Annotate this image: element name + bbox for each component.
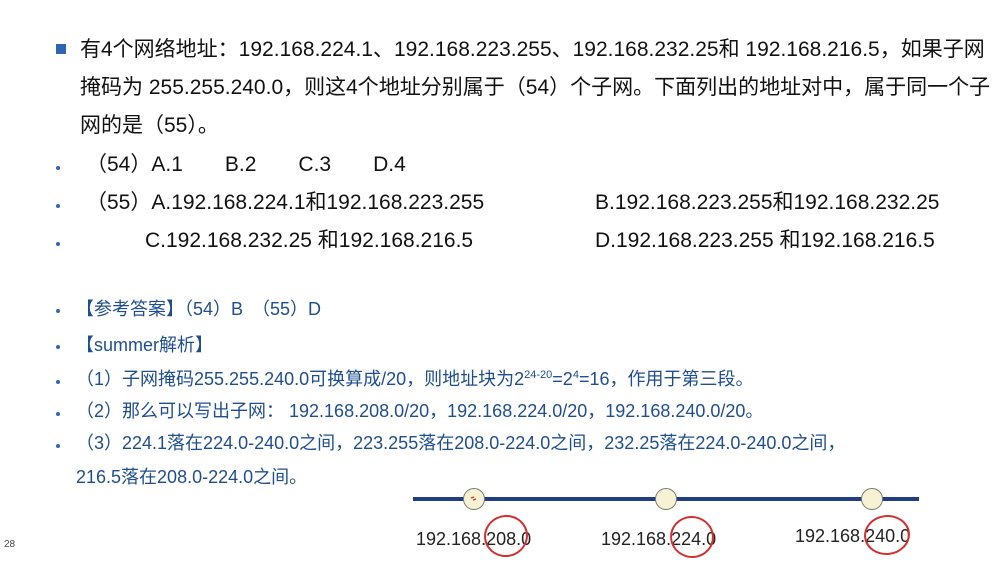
question-line-2: 掩码为 255.255.240.0，则这4个地址分别属于（54）个子网。下面列出… <box>80 76 991 99</box>
analysis-title: 【summer解析】 <box>76 335 214 355</box>
analysis-step-3-line-1: （3）224.1落在224.0-240.0之间，223.255落在208.0-2… <box>76 433 846 453</box>
option-q54: （54）A.1 B.2 C.3 D.4 <box>86 153 406 176</box>
question-line-1: 有4个网络地址：192.168.224.1、192.168.223.255、19… <box>80 38 985 61</box>
question-line-3: 网的是（55）。 <box>80 114 219 137</box>
step1-suffix: =16，作用于第三段。 <box>578 369 754 389</box>
option-q55-c: C.192.168.232.25 和192.168.216.5 <box>145 229 474 252</box>
reference-answer: 【参考答案】（54）B （55）D <box>76 299 322 319</box>
red-circle-mark-240 <box>862 512 912 558</box>
red-circle-mark-224 <box>667 513 717 561</box>
analysis-step-1: （1）子网掩码255.255.240.0可换算成/20，则地址块为224-20=… <box>76 368 754 390</box>
step1-mid: =2 <box>552 369 573 389</box>
analysis-step-2: （2）那么可以写出子网： 192.168.208.0/20，192.168.22… <box>76 401 764 421</box>
node-240 <box>861 488 883 510</box>
dot-bullet-icon <box>56 242 60 246</box>
page-number: 28 <box>4 539 16 550</box>
option-q55-d: D.192.168.223.255 和192.168.216.5 <box>595 229 935 252</box>
option-q55-b: B.192.168.223.255和192.168.232.25 <box>595 191 940 214</box>
node-224 <box>655 488 677 510</box>
step1-prefix: （1）子网掩码255.255.240.0可换算成/20，则地址块为2 <box>76 369 525 389</box>
red-circle-mark-208 <box>480 510 532 561</box>
dot-bullet-icon <box>56 380 60 384</box>
option-q55-a: （55）A.192.168.224.1和192.168.223.255 <box>86 191 485 214</box>
dot-bullet-icon <box>56 204 60 208</box>
dot-bullet-icon <box>56 444 60 448</box>
dot-bullet-icon <box>56 309 60 313</box>
step1-exponent-1: 24-20 <box>524 369 553 381</box>
square-bullet-icon <box>56 44 66 54</box>
dot-bullet-icon <box>56 345 60 349</box>
red-scribble-icon <box>470 496 477 501</box>
analysis-step-3-line-2: 216.5落在208.0-224.0之间。 <box>76 467 308 487</box>
slide: 有4个网络地址：192.168.224.1、192.168.223.255、19… <box>0 0 1004 561</box>
dot-bullet-icon <box>56 412 60 416</box>
dot-bullet-icon <box>56 166 60 170</box>
